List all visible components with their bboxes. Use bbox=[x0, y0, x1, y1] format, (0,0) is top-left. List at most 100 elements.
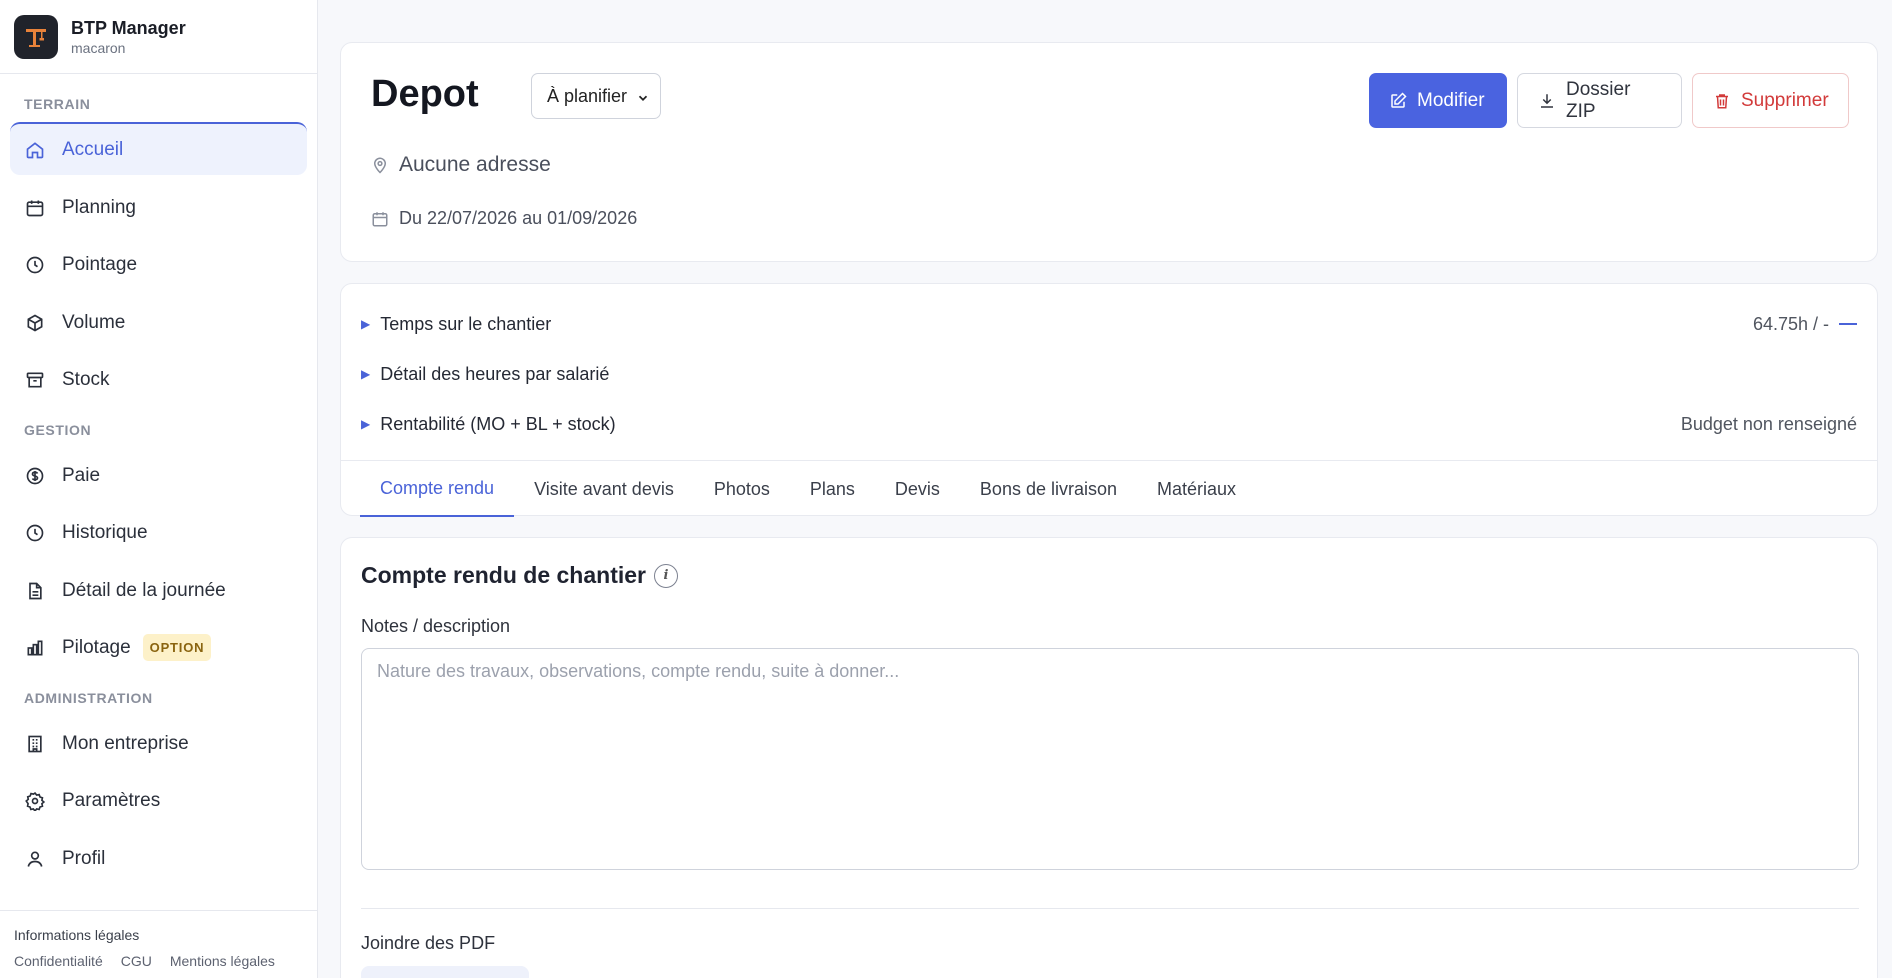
tab-devis[interactable]: Devis bbox=[875, 461, 960, 517]
dollar-icon bbox=[24, 465, 46, 487]
report-title: Compte rendu de chantier i bbox=[361, 562, 678, 589]
site-address: Aucune adresse bbox=[371, 153, 551, 177]
building-icon bbox=[24, 733, 46, 755]
tab-bar: Compte rendu Visite avant devis Photos P… bbox=[341, 460, 1877, 517]
budget-status: Budget non renseigné bbox=[1680, 413, 1857, 434]
divider bbox=[361, 908, 1859, 909]
sidebar-footer: Informations légales Confidentialité CGU… bbox=[0, 910, 318, 978]
sidebar-item-historique[interactable]: Historique bbox=[10, 506, 307, 559]
date-range-text: Du 22/07/2026 au 01/09/2026 bbox=[399, 208, 638, 228]
sidebar-item-label: Pilotage bbox=[62, 636, 131, 658]
accordion-label: Détail des heures par salarié bbox=[380, 363, 610, 384]
tab-photos[interactable]: Photos bbox=[694, 461, 790, 517]
sidebar-item-mon-entreprise[interactable]: Mon entreprise bbox=[10, 717, 307, 770]
accordion-label: Rentabilité (MO + BL + stock) bbox=[380, 413, 616, 434]
tab-bons-livraison[interactable]: Bons de livraison bbox=[960, 461, 1137, 517]
document-icon bbox=[24, 580, 46, 602]
hours-value: 64.75h / - bbox=[1752, 313, 1829, 334]
caret-right-icon: ▶ bbox=[361, 417, 371, 431]
download-zip-button[interactable]: Dossier ZIP bbox=[1517, 73, 1682, 128]
sidebar-item-parametres[interactable]: Paramètres bbox=[10, 774, 307, 827]
sidebar-item-detail-journee[interactable]: Détail de la journée bbox=[10, 564, 307, 617]
download-zip-label: Dossier ZIP bbox=[1566, 78, 1631, 122]
page-title: Depot bbox=[371, 73, 479, 115]
sidebar-item-profil[interactable]: Profil bbox=[10, 832, 307, 885]
archive-icon bbox=[24, 369, 46, 391]
sidebar-item-label: Accueil bbox=[62, 138, 124, 160]
sidebar-item-label: Historique bbox=[62, 521, 148, 543]
cube-icon bbox=[24, 312, 46, 334]
delete-button[interactable]: Supprimer bbox=[1692, 73, 1849, 128]
link-confidentialite[interactable]: Confidentialité bbox=[14, 953, 103, 969]
gear-icon bbox=[24, 790, 46, 812]
link-mentions-legales[interactable]: Mentions légales bbox=[170, 953, 275, 969]
home-icon bbox=[24, 139, 46, 161]
sidebar-item-stock[interactable]: Stock bbox=[10, 353, 307, 406]
section-title-gestion: GESTION bbox=[24, 422, 92, 438]
pdf-attach-label: Joindre des PDF bbox=[361, 933, 496, 953]
accordion-rentabilite[interactable]: ▶ Rentabilité (MO + BL + stock) Budget n… bbox=[361, 409, 1857, 439]
workspace-name: macaron bbox=[71, 39, 126, 56]
bar-chart-icon bbox=[24, 637, 46, 659]
site-header-card: Depot À planifier Modifier Dossier ZIP S… bbox=[340, 42, 1878, 262]
download-icon bbox=[1538, 92, 1556, 110]
sidebar-item-label: Paramètres bbox=[62, 789, 161, 811]
history-icon bbox=[24, 522, 46, 544]
sidebar-item-volume[interactable]: Volume bbox=[10, 296, 307, 349]
report-title-text: Compte rendu de chantier bbox=[361, 562, 646, 588]
sidebar-item-label: Planning bbox=[62, 196, 136, 218]
tab-materiaux[interactable]: Matériaux bbox=[1137, 461, 1256, 517]
legal-info-title: Informations légales bbox=[14, 927, 140, 943]
caret-right-icon: ▶ bbox=[361, 317, 371, 331]
sidebar-item-label: Stock bbox=[62, 368, 110, 390]
notes-label: Notes / description bbox=[361, 616, 511, 636]
caret-right-icon: ▶ bbox=[361, 367, 371, 381]
user-icon bbox=[24, 848, 46, 870]
pdf-upload-button[interactable] bbox=[361, 966, 529, 978]
report-card: Compte rendu de chantier i Notes / descr… bbox=[340, 537, 1878, 978]
sidebar-item-paie[interactable]: Paie bbox=[10, 449, 307, 502]
map-pin-icon bbox=[371, 156, 389, 174]
tab-compte-rendu[interactable]: Compte rendu bbox=[360, 461, 515, 517]
link-cgu[interactable]: CGU bbox=[121, 953, 152, 969]
sidebar-item-pilotage[interactable]: Pilotage OPTION bbox=[10, 621, 307, 674]
status-select[interactable]: À planifier bbox=[531, 73, 661, 119]
sidebar-item-pointage[interactable]: Pointage bbox=[10, 238, 307, 291]
info-icon[interactable]: i bbox=[653, 563, 678, 588]
delete-button-label: Supprimer bbox=[1741, 89, 1829, 111]
sidebar-item-accueil[interactable]: Accueil bbox=[10, 122, 307, 175]
sidebar-item-label: Paie bbox=[62, 464, 101, 486]
status-select-value: À planifier bbox=[547, 85, 628, 106]
edit-button[interactable]: Modifier bbox=[1369, 73, 1507, 128]
app-name: BTP Manager bbox=[71, 17, 186, 38]
sidebar-item-label: Mon entreprise bbox=[62, 732, 189, 754]
accordion-label: Temps sur le chantier bbox=[380, 313, 552, 334]
option-badge: OPTION bbox=[142, 634, 212, 661]
clock-icon bbox=[24, 254, 46, 276]
address-text: Aucune adresse bbox=[399, 153, 551, 176]
trash-icon bbox=[1713, 92, 1731, 110]
chevron-down-icon bbox=[636, 89, 650, 110]
sidebar-item-label: Profil bbox=[62, 847, 106, 869]
accordion-temps-chantier[interactable]: ▶ Temps sur le chantier 64.75h / - bbox=[361, 309, 1857, 339]
sidebar-item-label: Détail de la journée bbox=[62, 579, 226, 601]
sidebar-item-planning[interactable]: Planning bbox=[10, 181, 307, 234]
calendar-icon bbox=[371, 210, 389, 228]
sidebar-item-label: Pointage bbox=[62, 253, 138, 275]
site-dates: Du 22/07/2026 au 01/09/2026 bbox=[371, 208, 637, 229]
brand[interactable]: BTP Manager macaron bbox=[0, 0, 317, 74]
notes-textarea[interactable] bbox=[361, 648, 1859, 870]
section-title-administration: ADMINISTRATION bbox=[24, 690, 153, 706]
accordion-detail-heures[interactable]: ▶ Détail des heures par salarié bbox=[361, 359, 1857, 389]
section-title-terrain: TERRAIN bbox=[24, 96, 91, 112]
edit-icon bbox=[1389, 91, 1407, 110]
tab-visite-avant-devis[interactable]: Visite avant devis bbox=[514, 461, 694, 517]
summary-card: ▶ Temps sur le chantier 64.75h / - ▶ Dét… bbox=[340, 283, 1878, 517]
sidebar-item-label: Volume bbox=[62, 311, 126, 333]
tab-plans[interactable]: Plans bbox=[790, 461, 875, 517]
crane-icon bbox=[14, 14, 58, 59]
edit-button-label: Modifier bbox=[1417, 89, 1485, 111]
progress-dash bbox=[1839, 323, 1857, 325]
calendar-icon bbox=[24, 197, 46, 219]
sidebar: BTP Manager macaron TERRAIN Accueil Plan… bbox=[0, 0, 318, 978]
